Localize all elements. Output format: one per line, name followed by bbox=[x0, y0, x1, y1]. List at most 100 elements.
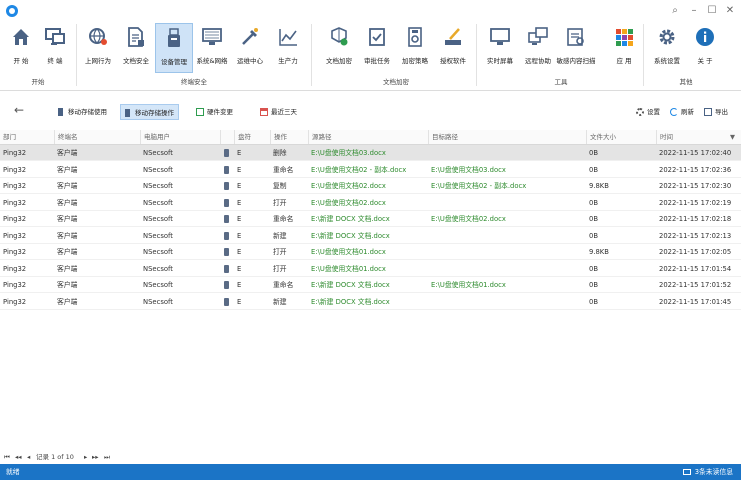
row-user: NSecsoft bbox=[143, 248, 173, 256]
row-operation: 重命名 bbox=[273, 165, 294, 174]
encrypt-doc-icon bbox=[331, 27, 348, 46]
tab-hardware-change[interactable]: 硬件变更 bbox=[193, 104, 237, 120]
col-header-target[interactable]: 目标路径 bbox=[428, 130, 586, 144]
ribbon-terminal-button[interactable]: 终 端 bbox=[36, 23, 74, 73]
ribbon-home-button[interactable]: 开 始 bbox=[2, 23, 40, 73]
row-operation: 重命名 bbox=[273, 215, 294, 223]
tab-usb-usage[interactable]: 移动存储使用 bbox=[54, 104, 111, 120]
usb-drive-icon bbox=[224, 215, 229, 223]
row-dept: Ping32 bbox=[3, 231, 27, 240]
table-row[interactable]: Ping32 客户端 NSecsoft E 重命名 E:\新建 DOCX 文档.docx E… bbox=[0, 277, 741, 293]
ribbon-remote-assist-button[interactable]: 远程协助 bbox=[519, 23, 557, 73]
globe-icon bbox=[89, 28, 107, 45]
row-target-path bbox=[428, 261, 586, 277]
tab-last-three-days[interactable]: 最近三天 bbox=[257, 104, 301, 120]
col-header-user[interactable]: 电脑用户 bbox=[140, 130, 220, 144]
row-operation: 打开 bbox=[273, 198, 287, 207]
table-row[interactable]: Ping32 客户端 NSecsoft E 打开 E:\U盘使用文档02.docx 0B 20… bbox=[0, 195, 741, 211]
ribbon-sensitive-scan-button[interactable]: 敏感内容扫描 bbox=[557, 23, 596, 73]
row-drive: E bbox=[237, 149, 242, 157]
table-row[interactable]: Ping32 客户端 NSecsoft E 新建 E:\新建 DOCX 文档.docx 0B… bbox=[0, 294, 741, 310]
refresh-button[interactable]: 刷新 bbox=[670, 104, 694, 120]
col-header-dept[interactable]: 部门 bbox=[0, 130, 54, 144]
ribbon-doc-encrypt-button[interactable]: 文档加密 bbox=[320, 23, 358, 73]
minimize-button[interactable]: – bbox=[684, 3, 704, 19]
next-record-button[interactable]: ▸ bbox=[84, 450, 87, 464]
row-user: NSecsoft bbox=[143, 165, 173, 174]
row-size: 9.8KB bbox=[589, 182, 609, 190]
table-row[interactable]: Ping32 客户端 NSecsoft E 重命名 E:\U盘使用文档02 - 副本.do… bbox=[0, 162, 741, 178]
col-header-source[interactable]: 源路径 bbox=[308, 130, 428, 144]
row-time: 2022-11-15 17:02:36 bbox=[659, 165, 732, 174]
ribbon-device-management-button[interactable]: 设备管理 bbox=[155, 23, 193, 73]
status-text: 就绪 bbox=[6, 468, 20, 476]
next-page-button[interactable]: ▸▸ bbox=[92, 450, 99, 464]
row-dept: Ping32 bbox=[3, 215, 27, 223]
row-terminal: 客户端 bbox=[57, 231, 78, 240]
row-size: 0B bbox=[589, 281, 598, 289]
row-target-path: E:\U盘使用文档02 - 副本.docx bbox=[431, 182, 527, 190]
row-drive: E bbox=[237, 182, 242, 190]
ribbon-about-button[interactable]: 关 于 bbox=[686, 23, 724, 73]
ribbon-ops-center-button[interactable]: 运维中心 bbox=[231, 23, 269, 73]
table-row[interactable]: Ping32 客户端 NSecsoft E 重命名 E:\新建 DOCX 文档.docx E… bbox=[0, 211, 741, 227]
usb-drive-icon bbox=[224, 248, 229, 256]
row-terminal: 客户端 bbox=[57, 297, 78, 306]
ribbon-system-settings-button[interactable]: 系统设置 bbox=[648, 23, 686, 73]
ribbon-live-screen-button[interactable]: 实时屏幕 bbox=[481, 23, 519, 73]
ribbon-doc-security-button[interactable]: 文档安全 bbox=[117, 23, 155, 73]
row-dept: Ping32 bbox=[3, 248, 27, 256]
first-page-button[interactable]: ⏮ bbox=[4, 450, 10, 464]
row-time: 2022-11-15 17:02:18 bbox=[659, 215, 732, 223]
row-terminal: 客户端 bbox=[57, 182, 78, 190]
back-arrow-icon[interactable]: ← bbox=[14, 104, 24, 116]
apps-icon bbox=[616, 29, 633, 46]
ribbon-web-behavior-button[interactable]: 上网行为 bbox=[79, 23, 117, 73]
col-header-time[interactable]: 时间 ▼ bbox=[656, 130, 741, 144]
ribbon-licensed-software-button[interactable]: 授权软件 bbox=[434, 23, 472, 73]
row-user: NSecsoft bbox=[143, 231, 173, 240]
close-button[interactable]: ✕ bbox=[720, 3, 740, 19]
col-header-type[interactable] bbox=[220, 130, 234, 144]
row-target-path bbox=[428, 228, 586, 244]
row-dept: Ping32 bbox=[3, 182, 27, 190]
tab-usb-operations[interactable]: 移动存储操作 bbox=[120, 104, 179, 120]
ribbon-system-network-button[interactable]: 系统&网络 bbox=[193, 23, 231, 73]
group-label-other: 其他 bbox=[679, 78, 693, 86]
group-label-tools: 工具 bbox=[554, 78, 568, 86]
ribbon-apps-button[interactable]: 应 用 bbox=[605, 23, 643, 73]
home-icon bbox=[13, 29, 29, 45]
settings-button[interactable]: 设置 bbox=[636, 104, 660, 120]
usb-small-icon bbox=[58, 108, 63, 116]
export-button[interactable]: 导出 bbox=[704, 104, 728, 120]
ribbon-productivity-button[interactable]: 生产力 bbox=[269, 23, 307, 73]
usb-drive-icon bbox=[224, 198, 229, 207]
maximize-button[interactable]: ☐ bbox=[702, 3, 722, 19]
ribbon-encrypt-policy-button[interactable]: 加密策略 bbox=[396, 23, 434, 73]
usb-drive-icon bbox=[224, 231, 229, 240]
row-user: NSecsoft bbox=[143, 264, 173, 273]
col-header-terminal[interactable]: 终端名 bbox=[54, 130, 140, 144]
search-icon[interactable]: ⌕ bbox=[665, 3, 685, 19]
col-header-drive[interactable]: 盘符 bbox=[234, 130, 270, 144]
group-divider bbox=[311, 24, 312, 86]
table-row[interactable]: Ping32 客户端 NSecsoft E 打开 E:\U盘使用文档01.docx 9.8K… bbox=[0, 244, 741, 260]
prev-record-button[interactable]: ◂ bbox=[27, 450, 30, 464]
status-bar: 就绪 3条未读信息 bbox=[0, 464, 741, 480]
col-header-operation[interactable]: 操作 bbox=[270, 130, 308, 144]
monitor-icon bbox=[490, 28, 510, 45]
table-row[interactable]: Ping32 客户端 NSecsoft E 复制 E:\U盘使用文档02.docx E:\U… bbox=[0, 178, 741, 194]
last-page-button[interactable]: ⏭ bbox=[104, 450, 110, 464]
table-row[interactable]: Ping32 客户端 NSecsoft E 打开 E:\U盘使用文档01.docx 0B 20… bbox=[0, 261, 741, 277]
export-icon bbox=[704, 108, 712, 116]
col-header-size[interactable]: 文件大小 bbox=[586, 130, 656, 144]
prev-page-button[interactable]: ◂◂ bbox=[15, 450, 22, 464]
document-icon bbox=[128, 27, 144, 47]
chart-icon bbox=[279, 29, 297, 46]
unread-messages[interactable]: 3条未读信息 bbox=[682, 464, 733, 480]
row-dept: Ping32 bbox=[3, 297, 27, 306]
table-row[interactable]: Ping32 客户端 NSecsoft E 新建 E:\新建 DOCX 文档.docx 0B… bbox=[0, 228, 741, 244]
ribbon-approval-button[interactable]: 审批任务 bbox=[358, 23, 396, 73]
table-row[interactable]: Ping32 客户端 NSecsoft E 删除 E:\U盘使用文档03.docx 0B 20… bbox=[0, 145, 741, 161]
row-drive: E bbox=[237, 198, 242, 207]
